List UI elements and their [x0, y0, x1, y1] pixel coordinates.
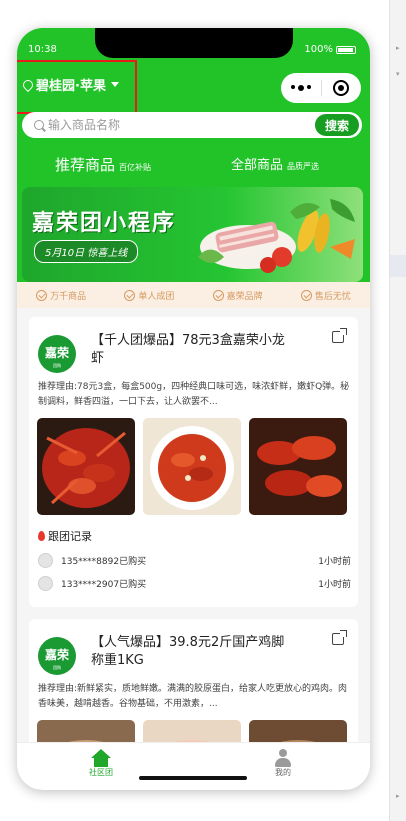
feature-item: 售后无忧 — [300, 289, 351, 302]
product-image[interactable] — [249, 418, 347, 515]
promo-banner[interactable]: 嘉荣团小程序 5月10日 惊喜上线 — [22, 187, 363, 282]
product-reason: 推荐理由:新鲜紧实，质地鲜嫩。满满的胶原蛋白，给家人吃更放心的鸡肉。肉香味美，越… — [38, 684, 348, 709]
miniprogram-capsule — [281, 73, 361, 103]
tab-all-products[interactable]: 全部商品 品质严选 — [231, 154, 319, 173]
expand-arrow-icon[interactable]: ▸ — [396, 792, 400, 800]
battery-indicator: 100% — [304, 44, 356, 55]
tab-community[interactable]: 社区团 — [89, 749, 113, 778]
product-photos — [37, 418, 347, 515]
check-circle-icon — [212, 289, 224, 301]
record-user: 133****2907已购买 — [61, 580, 147, 590]
close-target-icon[interactable] — [321, 80, 361, 96]
home-icon — [91, 749, 111, 767]
tab-mine[interactable]: 我的 — [273, 749, 293, 778]
follow-record-row: 135****8892已购买 1小时前 — [38, 553, 351, 568]
banner-date: 5月10日 惊喜上线 — [34, 240, 139, 263]
share-icon[interactable] — [332, 630, 347, 645]
phone-frame: 10:38 100% 碧桂园·苹果 搜索 推荐商品 百亿补贴 全部商品 品质严选… — [17, 28, 370, 790]
follow-record-title: 跟团记录 — [38, 528, 92, 544]
follow-record-row: 133****2907已购买 1小时前 — [38, 576, 351, 591]
check-circle-icon — [124, 289, 136, 301]
tab-sublabel: 百亿补贴 — [119, 163, 152, 172]
status-time: 10:38 — [28, 44, 57, 55]
search-input[interactable] — [48, 118, 278, 132]
tab-label: 我的 — [275, 768, 291, 777]
search-icon — [34, 120, 44, 130]
expand-arrow-icon[interactable]: ▸ — [396, 44, 400, 52]
tab-sublabel: 品质严选 — [287, 162, 320, 171]
battery-percent: 100% — [304, 44, 333, 55]
feature-item: 嘉荣品牌 — [212, 289, 263, 302]
category-tabs: 推荐商品 百亿补贴 全部商品 品质严选 — [17, 154, 370, 176]
feature-item: 单人成团 — [124, 289, 174, 302]
product-title: 【千人团爆品】78元3盒嘉荣小龙虾 — [91, 333, 285, 366]
brand-logo: 嘉荣 团购 — [38, 335, 76, 373]
grocery-illustration — [198, 199, 355, 273]
fire-icon — [38, 531, 45, 541]
banner-title: 嘉荣团小程序 — [32, 211, 177, 236]
product-image[interactable] — [143, 418, 241, 515]
notch — [95, 28, 293, 58]
product-title: 【人气爆品】39.8元2斤国产鸡脚称重1KG — [91, 635, 285, 668]
product-image[interactable] — [37, 418, 135, 515]
devtools-gutter: ▸ ▾ ▸ — [389, 0, 406, 821]
avatar — [38, 553, 53, 568]
more-menu-icon[interactable] — [281, 85, 321, 91]
search-bar: 搜索 — [22, 112, 362, 138]
share-icon[interactable] — [332, 328, 347, 343]
tab-label: 全部商品 — [231, 158, 284, 173]
home-indicator — [139, 776, 247, 780]
check-circle-icon — [300, 289, 312, 301]
tab-label: 推荐商品 — [55, 156, 116, 174]
product-reason: 推荐理由:78元3盒，每盒500g，四种经典口味可选，味浓虾鲜，嫩虾Q弹。秘制调… — [38, 382, 350, 407]
record-time: 1小时前 — [318, 557, 351, 567]
feature-item: 万千商品 — [36, 289, 86, 302]
brand-logo: 嘉荣 团购 — [38, 637, 76, 675]
tab-recommended[interactable]: 推荐商品 百亿补贴 — [55, 154, 151, 175]
record-user: 135****8892已购买 — [61, 557, 147, 567]
avatar — [38, 576, 53, 591]
gutter-highlight — [390, 255, 406, 277]
highlight-box — [17, 60, 137, 114]
status-bar: 10:38 100% — [17, 28, 370, 58]
tab-label: 社区团 — [89, 768, 113, 777]
collapse-arrow-icon[interactable]: ▾ — [396, 70, 400, 78]
check-circle-icon — [36, 289, 48, 301]
bottom-tab-bar: 社区团 我的 — [17, 742, 370, 790]
feature-strip: 万千商品 单人成团 嘉荣品牌 售后无忧 — [17, 282, 370, 308]
user-icon — [273, 749, 293, 767]
product-card[interactable]: 嘉荣 团购 【千人团爆品】78元3盒嘉荣小龙虾 推荐理由:78元3盒，每盒500g… — [29, 317, 358, 607]
battery-icon — [336, 45, 356, 54]
record-time: 1小时前 — [318, 580, 351, 590]
search-button[interactable]: 搜索 — [315, 114, 359, 136]
